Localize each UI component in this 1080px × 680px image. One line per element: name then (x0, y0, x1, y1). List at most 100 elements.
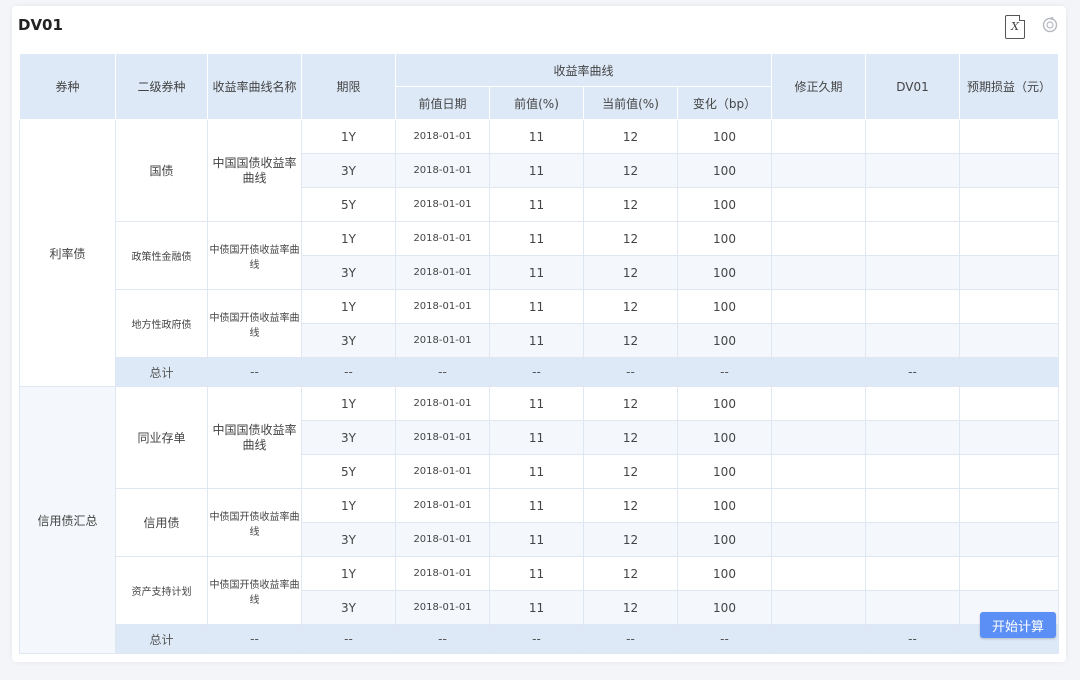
change-input-cell[interactable]: 100 (676, 488, 773, 523)
prev-date-cell[interactable]: 2018-01-01 (395, 420, 490, 455)
dv01-cell (865, 488, 961, 523)
term-cell: 5Y (301, 454, 396, 489)
dv01-cell (865, 153, 961, 188)
curve-name-cell: 中债国开债收益率曲线 (207, 221, 302, 290)
term-cell: 1Y (301, 386, 396, 421)
prev-value-cell: 11 (489, 386, 584, 421)
term-cell: 3Y (301, 153, 396, 188)
curve-name-cell: 中债国开债收益率曲线 (207, 289, 302, 358)
header-expected-pl: 预期损益（元） (959, 53, 1060, 120)
total-prev-date-dash: -- (395, 357, 490, 387)
header-dv01: DV01 (865, 53, 961, 120)
prev-date-cell[interactable]: 2018-01-01 (395, 522, 490, 557)
change-input-cell[interactable]: 100 (676, 153, 773, 188)
sub-type-cell: 地方性政府债 (115, 289, 208, 358)
prev-date-cell[interactable]: 2018-01-01 (395, 289, 490, 324)
start-calculation-button[interactable]: 开始计算 (980, 612, 1056, 638)
curr-value-cell: 12 (583, 119, 678, 154)
total-curr-value-dash: -- (583, 624, 678, 654)
curr-value-cell: 12 (583, 289, 678, 324)
change-input-cell[interactable]: 100 (676, 420, 773, 455)
term-cell: 1Y (301, 221, 396, 256)
term-cell: 3Y (301, 522, 396, 557)
term-cell: 3Y (301, 590, 396, 625)
refresh-icon[interactable] (1042, 17, 1058, 33)
change-input-cell[interactable]: 100 (676, 556, 773, 591)
total-row: 总计 -- -- -- -- -- -- -- (20, 624, 1060, 654)
total-prev-value-dash: -- (489, 624, 584, 654)
header-prev-value: 前值(%) (489, 86, 584, 120)
curve-name-cell: 中国国债收益率曲线 (207, 119, 302, 222)
total-row: 总计 -- -- -- -- -- -- -- (20, 357, 1060, 387)
prev-value-cell: 11 (489, 454, 584, 489)
change-input-cell[interactable]: 100 (676, 522, 773, 557)
total-term-dash: -- (301, 624, 396, 654)
table-row: 信用债 中债国开债收益率曲线 1Y 2018-01-01 11 12 100 (20, 488, 1060, 557)
change-input-cell[interactable]: 100 (676, 119, 773, 154)
prev-value-cell: 11 (489, 289, 584, 324)
table-row: 信用债汇总 同业存单 中国国债收益率曲线 1Y 2018-01-01 11 12 100 (19, 386, 1060, 654)
curr-value-cell: 12 (583, 323, 678, 358)
total-prev-date-dash: -- (395, 624, 490, 654)
prev-date-cell[interactable]: 2018-01-01 (395, 386, 490, 421)
prev-date-cell[interactable]: 2018-01-01 (395, 153, 490, 188)
dv01-cell (865, 221, 961, 256)
curr-value-cell: 12 (583, 221, 678, 256)
change-input-cell[interactable]: 100 (676, 187, 773, 222)
curve-name-cell: 中债国开债收益率曲线 (207, 488, 302, 557)
change-input-cell[interactable]: 100 (676, 255, 773, 290)
bond-type-cell: 利率债 (19, 119, 116, 387)
prev-value-cell: 11 (489, 522, 584, 557)
prev-date-cell[interactable]: 2018-01-01 (395, 255, 490, 290)
sub-type-cell: 信用债 (115, 488, 208, 557)
dv01-cell (865, 323, 961, 358)
expected-pl-cell (959, 420, 1060, 455)
header-sub-type: 二级券种 (115, 53, 208, 120)
total-mod-duration (771, 357, 867, 387)
dv01-cell (865, 255, 961, 290)
curr-value-cell: 12 (583, 386, 678, 421)
prev-date-cell[interactable]: 2018-01-01 (395, 119, 490, 154)
change-input-cell[interactable]: 100 (676, 454, 773, 489)
change-input-cell[interactable]: 100 (676, 590, 773, 625)
total-dv01-dash: -- (865, 624, 961, 654)
excel-export-icon[interactable]: X (1005, 15, 1025, 39)
total-term-dash: -- (301, 357, 396, 387)
header-curve-name: 收益率曲线名称 (207, 53, 302, 120)
prev-date-cell[interactable]: 2018-01-01 (395, 488, 490, 523)
dv01-cell (865, 289, 961, 324)
curr-value-cell: 12 (583, 522, 678, 557)
header-term: 期限 (301, 53, 396, 120)
change-input-cell[interactable]: 100 (676, 289, 773, 324)
prev-value-cell: 11 (489, 153, 584, 188)
prev-value-cell: 11 (489, 255, 584, 290)
bond-type-cell: 信用债汇总 (19, 386, 116, 654)
prev-date-cell[interactable]: 2018-01-01 (395, 454, 490, 489)
term-cell: 3Y (301, 420, 396, 455)
prev-date-cell[interactable]: 2018-01-01 (395, 323, 490, 358)
mod-duration-cell (771, 556, 867, 591)
mod-duration-cell (771, 187, 867, 222)
curr-value-cell: 12 (583, 255, 678, 290)
header-change: 变化（bp） (676, 86, 773, 120)
mod-duration-cell (771, 323, 867, 358)
mod-duration-cell (771, 221, 867, 256)
dv01-table-wrapper: 券种 二级券种 收益率曲线名称 期限 收益率曲线 修正久期 DV01 预期损益（… (19, 53, 1060, 654)
change-input-cell[interactable]: 100 (676, 221, 773, 256)
prev-date-cell[interactable]: 2018-01-01 (395, 590, 490, 625)
total-curve-name-dash: -- (207, 624, 302, 654)
expected-pl-cell (959, 454, 1060, 489)
curr-value-cell: 12 (583, 187, 678, 222)
dv01-panel: DV01 X 券种 二级券种 收益率曲线名称 期限 收益率曲线 修正久期 DV0… (12, 6, 1066, 662)
sub-type-cell: 同业存单 (115, 386, 208, 489)
prev-value-cell: 11 (489, 323, 584, 358)
prev-date-cell[interactable]: 2018-01-01 (395, 221, 490, 256)
change-input-cell[interactable]: 100 (676, 386, 773, 421)
table-row: 地方性政府债 中债国开债收益率曲线 1Y 2018-01-01 11 12 100 (20, 289, 1060, 358)
sub-type-cell: 政策性金融债 (115, 221, 208, 290)
change-input-cell[interactable]: 100 (676, 323, 773, 358)
term-cell: 3Y (301, 323, 396, 358)
prev-date-cell[interactable]: 2018-01-01 (395, 187, 490, 222)
mod-duration-cell (771, 255, 867, 290)
prev-date-cell[interactable]: 2018-01-01 (395, 556, 490, 591)
